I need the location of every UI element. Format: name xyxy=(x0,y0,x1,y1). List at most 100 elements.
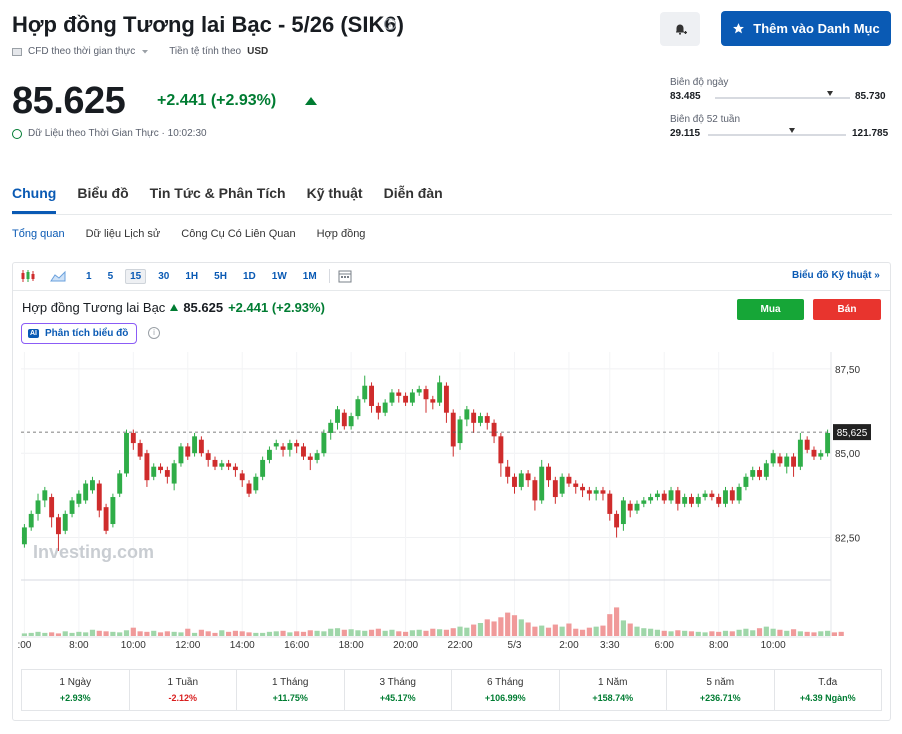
volume-bar xyxy=(518,619,524,636)
volume-bar xyxy=(797,631,803,636)
candle-body xyxy=(117,473,123,494)
subtab-overview[interactable]: Tổng quan xyxy=(12,228,65,240)
candle-body xyxy=(21,527,27,545)
timeframe-1h[interactable]: 1H xyxy=(181,270,202,283)
area-chart-icon[interactable] xyxy=(50,269,66,283)
volume-bar xyxy=(430,628,436,636)
volume-bar xyxy=(756,628,763,636)
volume-bar xyxy=(539,625,545,636)
candle-body xyxy=(471,412,477,423)
volume-bar xyxy=(260,632,266,636)
volume-bar xyxy=(328,628,334,636)
cfd-dropdown[interactable]: CFD theo thời gian thực xyxy=(28,46,135,57)
volume-bar xyxy=(117,632,123,636)
candle-body xyxy=(743,476,749,487)
performance-cell[interactable]: T.đa +4.39 Ngàn% xyxy=(775,670,882,710)
volume-bar xyxy=(654,629,661,636)
instrument-meta: CFD theo thời gian thực Tiền tệ tính the… xyxy=(12,46,268,57)
candle-body xyxy=(668,490,674,501)
volume-bar xyxy=(784,630,790,636)
tab-technical[interactable]: Kỹ thuật xyxy=(307,185,363,201)
candle-body xyxy=(76,493,82,504)
timeframe-1[interactable]: 1 xyxy=(82,270,96,283)
volume-bar xyxy=(498,617,504,636)
candle-body xyxy=(260,459,266,477)
candle-body xyxy=(124,432,129,474)
performance-value: +2.93% xyxy=(59,693,91,703)
sell-button[interactable]: Bán xyxy=(813,299,881,320)
subtab-historical-data[interactable]: Dữ liệu Lịch sử xyxy=(86,228,161,240)
x-tick-label: 12:00 xyxy=(175,640,200,651)
buy-button[interactable]: Mua xyxy=(737,299,804,320)
volume-bar xyxy=(280,630,286,636)
x-tick-label: 5/3 xyxy=(508,640,522,651)
candle-body xyxy=(457,419,463,444)
timeframe-30[interactable]: 30 xyxy=(154,270,173,283)
candle-body xyxy=(825,432,831,454)
ai-chart-analysis-button[interactable]: AI Phân tích biểu đồ xyxy=(21,323,138,344)
candle-body xyxy=(729,490,735,501)
candle-body xyxy=(770,453,776,464)
volume-bar xyxy=(226,631,232,636)
candle-body xyxy=(634,503,640,511)
tab-news-analysis[interactable]: Tin Tức & Phân Tích xyxy=(150,185,286,201)
volume-bar xyxy=(722,630,729,636)
candle-body xyxy=(35,500,41,514)
info-icon[interactable]: i xyxy=(384,18,396,30)
performance-cell[interactable]: 6 Tháng +106.99% xyxy=(452,670,560,710)
performance-cell[interactable]: 1 Ngày +2.93% xyxy=(22,670,130,710)
candle-body xyxy=(491,422,497,437)
volume-bar xyxy=(770,628,776,636)
performance-period: 1 Tuần xyxy=(167,677,199,688)
volume-bar xyxy=(600,625,606,636)
timeframe-15[interactable]: 15 xyxy=(125,268,147,284)
week52-range-marker xyxy=(789,128,796,133)
volume-bar xyxy=(287,632,293,636)
add-alert-button[interactable] xyxy=(660,12,700,46)
performance-cell[interactable]: 1 Tuần -2.12% xyxy=(130,670,237,710)
subtab-related-instruments[interactable]: Công Cụ Có Liên Quan xyxy=(181,228,295,240)
subtab-contracts[interactable]: Hợp đồng xyxy=(317,228,366,240)
timeframe-1w[interactable]: 1W xyxy=(268,270,291,283)
candle-body xyxy=(280,446,286,450)
candle-body xyxy=(443,385,449,413)
volume-bar xyxy=(831,632,837,636)
calendar-icon[interactable] xyxy=(338,269,352,283)
main-tabs: Chung Biểu đồ Tin Tức & Phân Tích Kỹ thu… xyxy=(12,185,443,201)
candle-body xyxy=(328,422,334,433)
realtime-label: Dữ Liệu theo Thời Gian Thực · 10:02:30 xyxy=(28,128,207,139)
volume-bar xyxy=(42,632,48,636)
timeframe-5[interactable]: 5 xyxy=(104,270,118,283)
performance-cell[interactable]: 1 Tháng +11.75% xyxy=(237,670,345,710)
volume-bar xyxy=(477,623,484,636)
price-chart[interactable]: Investing.com 85,625 87,50 85,00 82,50:00 8:0… xyxy=(13,352,890,660)
timeframe-1m[interactable]: 1M xyxy=(299,270,321,283)
volume-bar xyxy=(89,629,96,636)
candle-body xyxy=(525,473,531,481)
candle-body xyxy=(375,405,381,413)
x-tick-label: 20:00 xyxy=(393,640,418,651)
volume-bar xyxy=(35,631,41,636)
volume-bar xyxy=(682,630,688,636)
technical-chart-link[interactable]: Biểu đồ Kỹ thuật » xyxy=(792,270,880,281)
performance-cell[interactable]: 3 Tháng +45.17% xyxy=(345,670,452,710)
candle-body xyxy=(83,483,89,501)
tab-forum[interactable]: Diễn đàn xyxy=(384,185,443,201)
info-icon[interactable]: i xyxy=(148,327,160,339)
candlestick-icon[interactable] xyxy=(20,269,36,283)
performance-cell[interactable]: 1 Năm +158.74% xyxy=(560,670,667,710)
volume-bar xyxy=(471,624,477,636)
day-range-low: 83.485 xyxy=(670,91,701,102)
timeframe-5h[interactable]: 5H xyxy=(210,270,231,283)
volume-bar xyxy=(579,629,586,636)
tab-chart[interactable]: Biểu đồ xyxy=(77,185,128,201)
candle-body xyxy=(423,389,429,400)
candle-body xyxy=(750,470,756,477)
tab-general[interactable]: Chung xyxy=(12,185,56,201)
timeframe-1d[interactable]: 1D xyxy=(239,270,260,283)
candle-body xyxy=(709,493,715,498)
volume-bar xyxy=(21,633,27,636)
add-to-watchlist-button[interactable]: Thêm vào Danh Mục xyxy=(721,11,891,46)
performance-period: 5 năm xyxy=(706,677,735,688)
performance-cell[interactable]: 5 năm +236.71% xyxy=(667,670,775,710)
